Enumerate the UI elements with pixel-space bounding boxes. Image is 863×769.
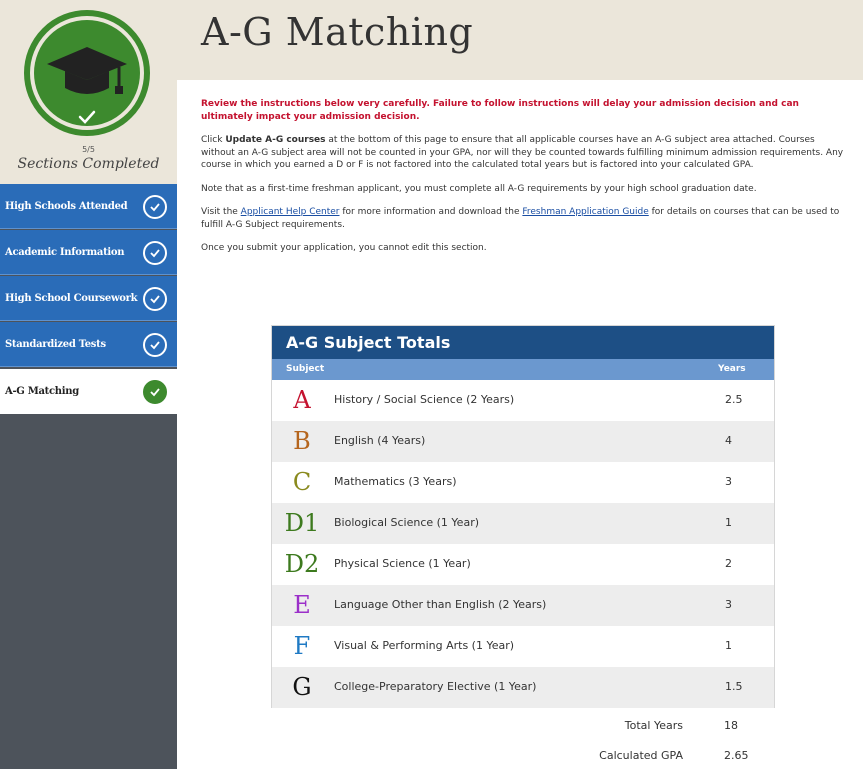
subject-letter: E: [293, 591, 311, 619]
check-circle-icon: [143, 380, 167, 404]
sections-completed-label: Sections Completed: [17, 156, 160, 172]
subject-name: Visual & Performing Arts (1 Year): [334, 639, 515, 652]
instructions-text: Visit the: [201, 207, 241, 217]
column-header-subject: Subject: [286, 364, 325, 374]
sidebar-item-a-g-matching[interactable]: A-G Matching: [0, 369, 177, 414]
check-circle-icon: [143, 241, 167, 265]
subject-years: 2.5: [725, 393, 743, 406]
instructions-paragraph: Once you submit your application, you ca…: [201, 243, 487, 253]
calculated-gpa-value: 2.65: [724, 749, 749, 762]
sidebar-item-label: A-G Matching: [5, 386, 79, 397]
subject-years: 1: [725, 639, 732, 652]
subject-years: 3: [725, 598, 732, 611]
subject-name: College-Preparatory Elective (1 Year): [334, 680, 537, 693]
check-circle-icon: [143, 195, 167, 219]
column-header-years: Years: [718, 364, 746, 374]
page-header: A-G Matching: [177, 0, 863, 80]
sidebar-item-label: Academic Information: [5, 246, 125, 258]
subject-name: Biological Science (1 Year): [334, 516, 480, 529]
subject-years: 3: [725, 475, 732, 488]
progress-count: 5/5: [82, 145, 95, 154]
total-years-label: Total Years: [624, 719, 683, 732]
subject-years: 2: [725, 557, 732, 570]
subject-letter: A: [293, 386, 311, 414]
a-g-subject-totals-table: A-G Subject Totals Subject Years A Histor…: [271, 325, 775, 708]
sidebar-item-standardized-tests[interactable]: Standardized Tests: [0, 322, 177, 367]
subject-years: 1: [725, 516, 732, 529]
check-circle-icon: [143, 287, 167, 311]
warning-text: Review the instructions below very caref…: [201, 99, 799, 122]
subject-letter: D1: [284, 509, 320, 537]
subject-name: Language Other than English (2 Years): [334, 598, 547, 611]
progress-ring: [24, 10, 150, 136]
subject-letter: F: [293, 632, 311, 660]
subject-years: 1.5: [725, 680, 743, 693]
sidebar-item-academic-information[interactable]: Academic Information: [0, 230, 177, 275]
instructions-text: for more information and download the: [339, 207, 523, 217]
applicant-help-center-link[interactable]: Applicant Help Center: [241, 207, 340, 217]
instructions: Review the instructions below very caref…: [201, 98, 851, 266]
sidebar: 5/5 Sections Completed High Schools Atte…: [0, 0, 177, 769]
freshman-application-guide-link[interactable]: Freshman Application Guide: [522, 207, 648, 217]
sidebar-item-label: High Schools Attended: [5, 200, 128, 212]
update-courses-label: Update A-G courses: [225, 135, 326, 145]
check-circle-icon: [143, 333, 167, 357]
subject-letter: B: [293, 427, 311, 455]
table-row: D1 Biological Science (1 Year) 1: [272, 503, 774, 544]
subject-name: English (4 Years): [334, 434, 426, 447]
subject-name: Physical Science (1 Year): [334, 557, 471, 570]
subject-name: History / Social Science (2 Years): [334, 393, 515, 406]
table-body: A History / Social Science (2 Years) 2.5 B E…: [272, 380, 774, 708]
subject-letter: C: [292, 468, 312, 496]
table-row: A History / Social Science (2 Years) 2.5: [272, 380, 774, 421]
calculated-gpa-label: Calculated GPA: [599, 749, 683, 762]
table-column-header: Subject Years: [272, 359, 774, 380]
sidebar-item-high-schools-attended[interactable]: High Schools Attended: [0, 184, 177, 229]
table-row: F Visual & Performing Arts (1 Year) 1: [272, 626, 774, 667]
table-row: D2 Physical Science (1 Year) 2: [272, 544, 774, 585]
sidebar-item-label: High School Coursework: [5, 292, 138, 304]
table-row: E Language Other than English (2 Years) 3: [272, 585, 774, 626]
instructions-text: Click: [201, 135, 226, 145]
sidebar-item-label: Standardized Tests: [5, 338, 106, 350]
table-row: B English (4 Years) 4: [272, 421, 774, 462]
subject-letter: G: [292, 673, 312, 701]
table-row: G College-Preparatory Elective (1 Year) 1.…: [272, 667, 774, 708]
instructions-paragraph: Click Update A-G courses at the bottom o…: [201, 134, 851, 172]
table-row: C Mathematics (3 Years) 3: [272, 462, 774, 503]
instructions-paragraph: Visit the Applicant Help Center for more…: [201, 206, 851, 231]
subject-years: 4: [725, 434, 732, 447]
table-title: A-G Subject Totals: [272, 326, 774, 359]
instructions-paragraph: Note that as a first-time freshman appli…: [201, 183, 757, 194]
progress-panel: 5/5 Sections Completed: [0, 0, 177, 184]
subject-letter: D2: [284, 550, 320, 578]
subject-name: Mathematics (3 Years): [334, 475, 457, 488]
total-years-value: 18: [724, 719, 738, 732]
sidebar-item-high-school-coursework[interactable]: High School Coursework: [0, 276, 177, 321]
page-title: A-G Matching: [201, 10, 474, 54]
